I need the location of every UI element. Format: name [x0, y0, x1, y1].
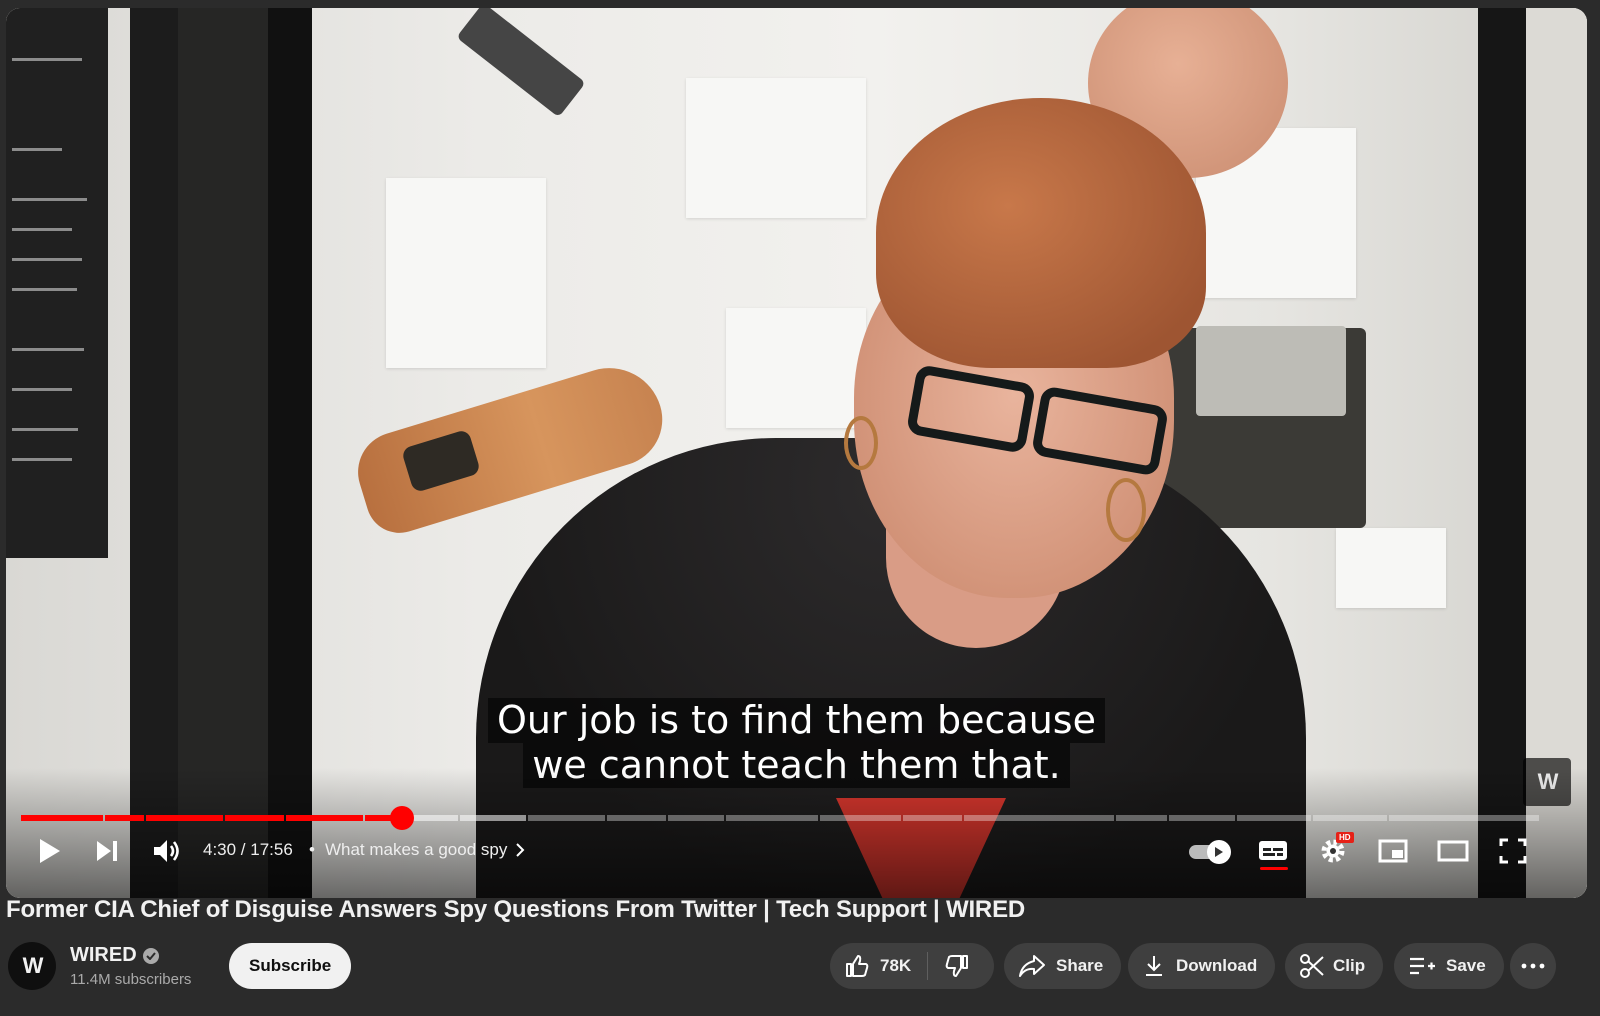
thumbs-up-icon	[846, 955, 869, 977]
playlist-add-icon	[1410, 957, 1435, 975]
progress-chapter-segment	[1389, 815, 1539, 821]
progress-chapter-segment	[668, 815, 724, 821]
progress-track	[21, 815, 1539, 821]
channel-logo: W	[22, 953, 44, 978]
like-button[interactable]: 78K	[830, 943, 911, 989]
settings-button[interactable]: HD	[1310, 828, 1356, 874]
share-button[interactable]: Share	[1004, 943, 1122, 989]
subscriber-count: 11.4M subscribers	[70, 971, 192, 988]
subtitles-active-indicator	[1260, 867, 1288, 870]
progress-played-segment	[104, 815, 144, 821]
more-actions-button[interactable]	[1510, 943, 1556, 989]
autoplay-toggle[interactable]	[1189, 840, 1233, 864]
control-bar: 4:30 / 17:56 • What makes a good spy HD	[6, 828, 1587, 874]
progress-played-segment	[21, 815, 103, 821]
scene-paper	[726, 308, 866, 428]
progress-chapter-segment	[1237, 815, 1312, 821]
theater-mode-button[interactable]	[1430, 828, 1476, 874]
hd-badge: HD	[1336, 832, 1354, 843]
play-icon	[40, 839, 60, 863]
subtitles-button[interactable]	[1250, 828, 1296, 874]
download-label: Download	[1176, 956, 1258, 975]
miniplayer-button[interactable]	[1370, 828, 1416, 874]
chapter-separator: •	[309, 840, 315, 859]
like-dislike-group: 78K	[830, 943, 994, 989]
time-display: 4:30 / 17:56	[203, 840, 293, 859]
progress-played-segment	[145, 815, 223, 821]
scene-paper	[386, 178, 546, 368]
subscribe-button[interactable]: Subscribe	[229, 943, 352, 989]
mute-button[interactable]	[144, 828, 190, 874]
autoplay-thumb	[1207, 840, 1231, 864]
verified-icon	[142, 947, 159, 964]
save-label: Save	[1446, 956, 1486, 975]
earring	[1106, 478, 1146, 542]
scissors-icon	[1300, 954, 1324, 978]
progress-chapter-segment	[460, 815, 527, 821]
miniplayer-icon	[1378, 839, 1408, 863]
fullscreen-icon	[1499, 838, 1527, 864]
subtitles-icon	[1259, 841, 1287, 860]
chevron-right-icon	[516, 843, 525, 857]
channel-name[interactable]: WIRED	[70, 944, 159, 967]
thumbs-down-icon	[945, 955, 969, 977]
progress-chapter-segment	[725, 815, 818, 821]
autoplay-play-icon	[1215, 847, 1223, 857]
progress-chapter-segment	[528, 815, 606, 821]
download-button[interactable]: Download	[1128, 943, 1276, 989]
dislike-button[interactable]	[928, 943, 970, 989]
progress-chapter-segment	[1313, 815, 1388, 821]
progress-chapter-segment	[964, 815, 1114, 821]
share-icon	[1019, 955, 1045, 977]
progress-played-segment	[285, 815, 363, 821]
scene-paper	[686, 78, 866, 218]
progress-played-segment	[224, 815, 284, 821]
caption-line: Our job is to find them because	[488, 698, 1105, 743]
scene-equipment-top	[1196, 326, 1346, 416]
clip-button[interactable]: Clip	[1285, 943, 1384, 989]
progress-scrubber[interactable]	[389, 806, 414, 830]
earring	[844, 416, 878, 470]
progress-bar[interactable]	[21, 806, 1539, 830]
download-icon	[1146, 956, 1162, 976]
theater-icon	[1437, 840, 1469, 862]
progress-chapter-segment	[819, 815, 902, 821]
share-label: Share	[1056, 956, 1104, 975]
channel-avatar[interactable]: W	[8, 942, 56, 990]
fullscreen-button[interactable]	[1490, 828, 1536, 874]
save-button[interactable]: Save	[1394, 943, 1504, 989]
progress-chapter-segment	[903, 815, 963, 821]
scene-board	[6, 8, 108, 558]
video-player[interactable]: W Our job is to find them because we can…	[6, 8, 1587, 898]
volume-icon	[154, 840, 179, 862]
video-title: Former CIA Chief of Disguise Answers Spy…	[6, 896, 1026, 923]
channel-name-label: WIRED	[70, 944, 137, 966]
progress-chapter-segment	[607, 815, 667, 821]
chapter-label: What makes a good spy	[324, 840, 508, 859]
person-hair	[876, 98, 1206, 368]
progress-chapter-segment	[1115, 815, 1168, 821]
more-horizontal-icon	[1521, 963, 1545, 969]
next-button[interactable]	[84, 828, 130, 874]
like-count: 78K	[880, 956, 912, 975]
channel-actions-row: W WIRED 11.4M subscribers Subscribe 78K …	[6, 940, 1596, 992]
chapter-title[interactable]: • What makes a good spy	[309, 840, 525, 860]
play-button[interactable]	[26, 828, 72, 874]
scene-paper	[1336, 528, 1446, 608]
clip-label: Clip	[1333, 956, 1366, 975]
progress-chapter-segment	[1169, 815, 1236, 821]
next-icon	[97, 841, 117, 861]
